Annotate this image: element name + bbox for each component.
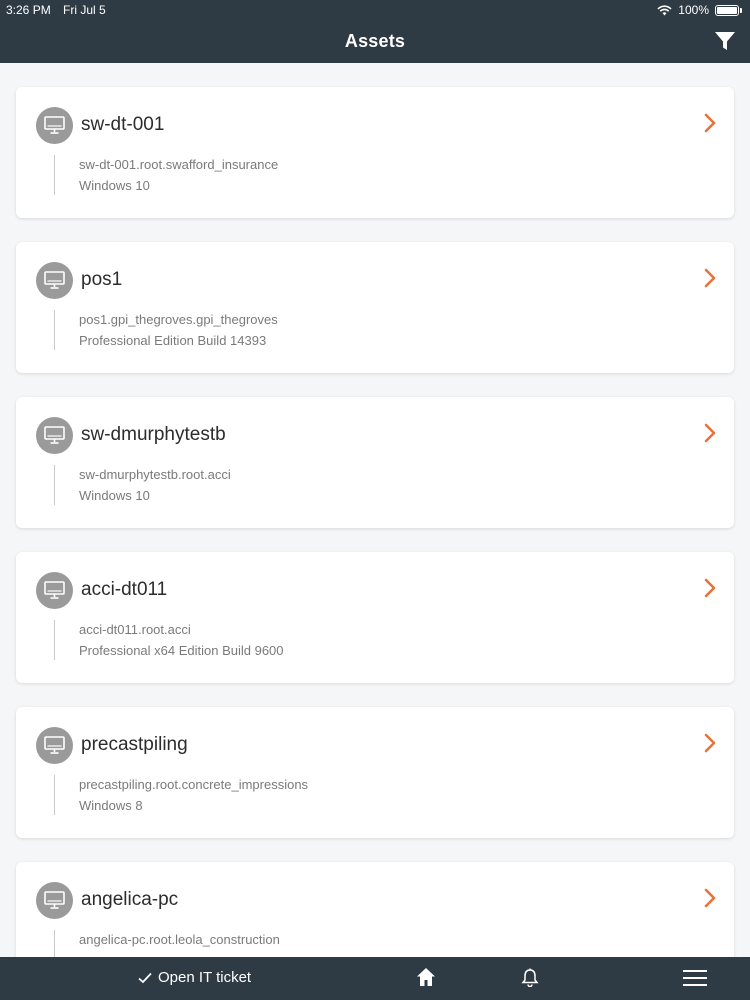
detail-divider [54,310,55,350]
asset-card[interactable]: angelica-pc angelica-pc.root.leola_const… [16,862,734,957]
asset-card[interactable]: pos1 pos1.gpi_thegroves.gpi_thegroves Pr… [16,242,734,373]
desktop-icon [44,891,65,909]
detail-divider [54,775,55,815]
asset-os: Windows 10 [79,178,150,193]
wifi-icon [657,4,672,15]
asset-os: Windows 8 [79,798,143,813]
asset-name: pos1 [81,269,123,290]
menu-icon[interactable] [683,970,707,986]
detail-divider [54,155,55,195]
avatar [36,262,73,299]
status-time: 3:26 PM [6,3,51,17]
asset-name: acci-dt011 [81,579,168,600]
desktop-icon [44,426,65,444]
asset-name: sw-dt-001 [81,114,165,135]
status-right: 100% [657,3,742,17]
asset-card[interactable]: sw-dmurphytestb sw-dmurphytestb.root.acc… [16,397,734,528]
open-ticket-button[interactable]: Open IT ticket [138,969,251,986]
asset-hostname: precastpiling.root.concrete_impressions [79,777,309,792]
asset-os: Windows 10 [79,488,150,503]
asset-hostname: sw-dmurphytestb.root.acci [79,467,231,482]
bottom-bar: Open IT ticket [0,957,750,1000]
avatar [36,107,73,144]
open-ticket-label: Open IT ticket [158,969,252,986]
chevron-right-icon[interactable] [704,113,716,133]
detail-divider [54,620,55,660]
page-title: Assets [344,31,406,51]
status-bar: 3:26 PM Fri Jul 5 100% [0,0,750,20]
asset-card[interactable]: acci-dt011 acci-dt011.root.acci Professi… [16,552,734,683]
battery-tip [740,7,742,13]
checkmark-icon [138,972,152,983]
asset-os: Professional x64 Edition Build 9600 [79,643,284,658]
asset-os: Professional Edition Build 14393 [79,333,267,348]
desktop-icon [44,116,65,134]
asset-hostname: angelica-pc.root.leola_construction [79,932,280,947]
desktop-icon [44,271,65,289]
status-date: Fri Jul 5 [63,3,106,17]
asset-name: precastpiling [81,734,188,755]
asset-hostname: acci-dt011.root.acci [79,622,191,637]
asset-card[interactable]: sw-dt-001 sw-dt-001.root.swafford_insura… [16,87,734,218]
detail-divider [54,930,55,957]
asset-card[interactable]: precastpiling precastpiling.root.concret… [16,707,734,838]
filter-icon[interactable] [714,30,736,52]
asset-name: angelica-pc [81,889,179,910]
chevron-right-icon[interactable] [704,733,716,753]
chevron-right-icon[interactable] [704,268,716,288]
bell-icon[interactable] [521,968,539,987]
asset-name: sw-dmurphytestb [81,424,226,445]
avatar [36,572,73,609]
asset-hostname: pos1.gpi_thegroves.gpi_thegroves [79,312,278,327]
asset-list[interactable]: sw-dt-001 sw-dt-001.root.swafford_insura… [0,63,750,957]
desktop-icon [44,736,65,754]
chevron-right-icon[interactable] [704,888,716,908]
asset-hostname: sw-dt-001.root.swafford_insurance [79,157,279,172]
chevron-right-icon[interactable] [704,423,716,443]
battery-percent: 100% [678,3,709,17]
top-bar: 3:26 PM Fri Jul 5 100% Assets [0,0,750,63]
battery-icon [715,4,739,16]
detail-divider [54,465,55,505]
chevron-right-icon[interactable] [704,578,716,598]
avatar [36,882,73,919]
home-icon[interactable] [416,967,436,987]
desktop-icon [44,581,65,599]
avatar [36,417,73,454]
avatar [36,727,73,764]
